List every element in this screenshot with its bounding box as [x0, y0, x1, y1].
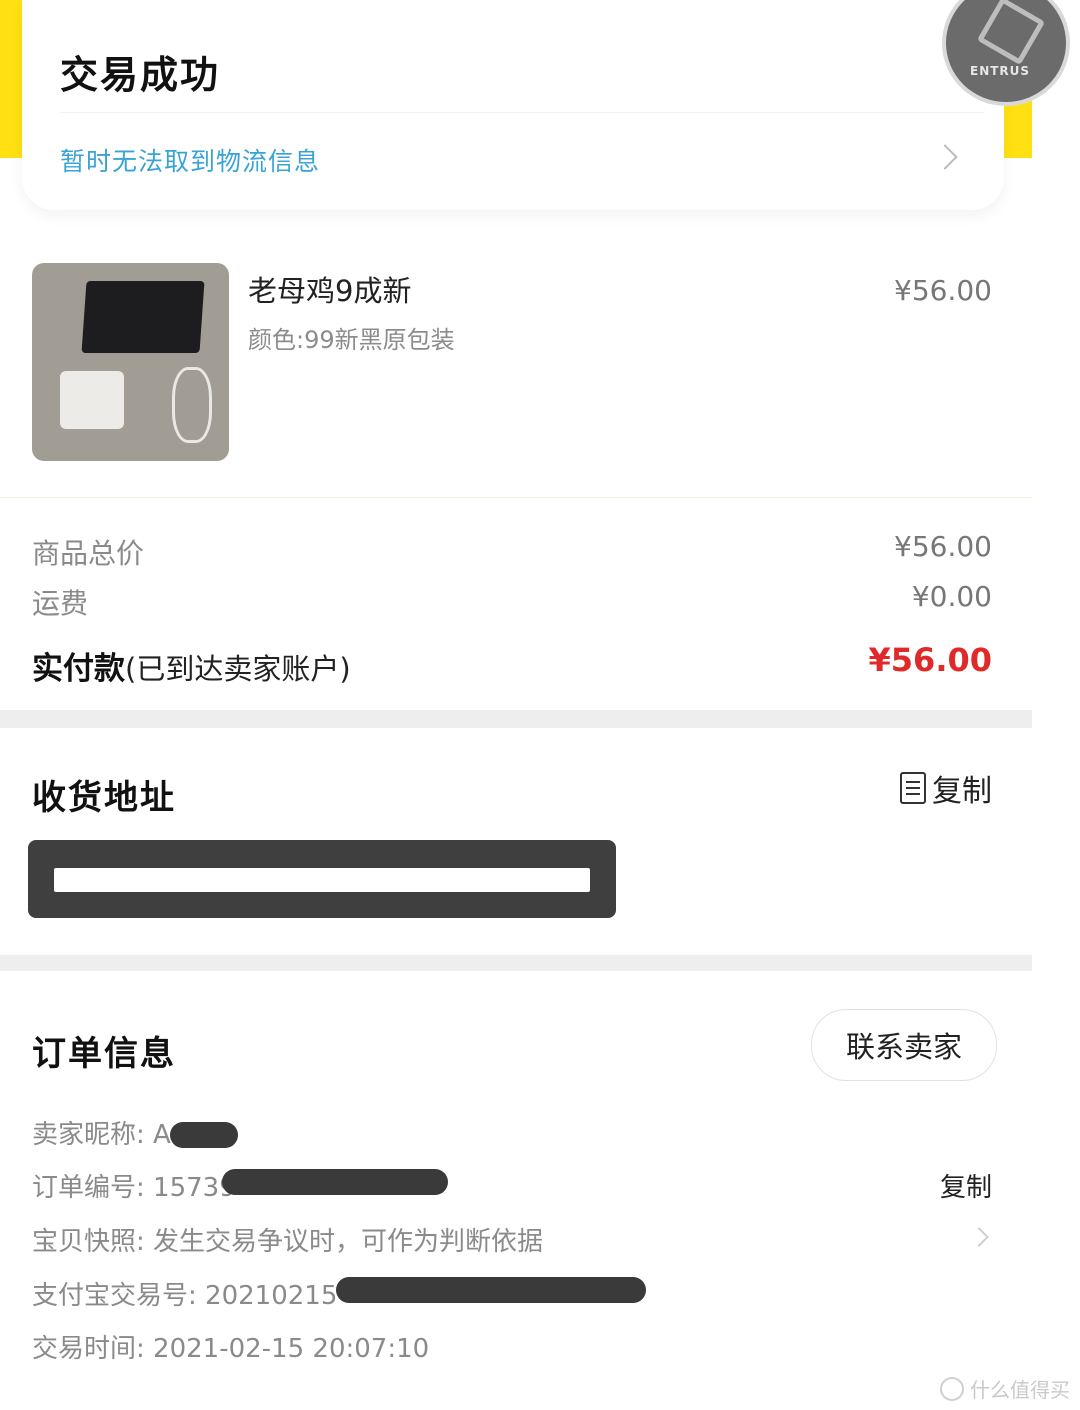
alipay-number-row: 支付宝交易号: 20210215	[32, 1275, 337, 1312]
subtotal-label: 商品总价	[32, 537, 145, 570]
badge-label: ENTRUS	[970, 64, 1031, 78]
page-edge	[1032, 0, 1080, 1410]
status-card: 交易成功 暂时无法取到物流信息	[22, 0, 1004, 210]
paid-amount-label: 实付款(已到达卖家账户)	[32, 643, 351, 688]
shipping-label: 运费	[32, 587, 89, 620]
address-section-title: 收货地址	[32, 778, 176, 818]
chevron-right-icon[interactable]	[932, 144, 958, 170]
shipping-value: ¥0.00	[911, 580, 992, 613]
redacted-address	[28, 840, 616, 918]
snapshot-value: 发生交易争议时，可作为判断依据	[153, 1227, 544, 1257]
cube-icon	[976, 0, 1046, 66]
chevron-right-icon[interactable]	[969, 1227, 989, 1247]
product-spec: 颜色:99新黑原包装	[248, 326, 455, 354]
redaction-bar	[336, 1277, 646, 1303]
paid-amount-value: ¥56.00	[868, 641, 992, 679]
redaction-mask	[54, 868, 590, 892]
contact-seller-button[interactable]: 联系卖家	[811, 1009, 997, 1081]
snapshot-label: 宝贝快照:	[32, 1227, 154, 1257]
seller-nickname-row: 卖家昵称: A	[32, 1114, 171, 1151]
order-number-row: 订单编号: 15739	[32, 1167, 236, 1204]
watermark-logo-icon	[940, 1376, 964, 1401]
charger-image	[60, 371, 124, 429]
seller-nickname-label: 卖家昵称:	[32, 1120, 154, 1150]
section-separator	[0, 955, 1032, 971]
order-number-label: 订单编号:	[32, 1173, 154, 1203]
alipay-number-label: 支付宝交易号:	[32, 1281, 206, 1311]
copy-icon	[900, 772, 926, 804]
product-price: ¥56.00	[894, 274, 992, 307]
subtotal-value: ¥56.00	[894, 530, 992, 563]
site-watermark: 什么值得买	[940, 1374, 1070, 1403]
router-box-image	[81, 281, 205, 353]
cable-image	[172, 367, 212, 443]
redaction-bar	[222, 1169, 448, 1195]
divider	[60, 112, 984, 113]
logistics-info-link[interactable]: 暂时无法取到物流信息	[60, 142, 320, 178]
snapshot-row[interactable]: 宝贝快照: 发生交易争议时，可作为判断依据	[32, 1221, 543, 1258]
alipay-number-value: 20210215	[205, 1281, 338, 1311]
paid-note: (已到达卖家账户)	[125, 652, 351, 686]
transaction-time-row: 交易时间: 2021-02-15 20:07:10	[32, 1328, 429, 1365]
copy-label: 复制	[932, 774, 992, 809]
watermark-text: 什么值得买	[970, 1378, 1070, 1402]
order-status-title: 交易成功	[60, 53, 221, 97]
seller-nickname-value: A	[153, 1120, 171, 1150]
paid-label-text: 实付款	[32, 651, 125, 687]
order-section-title: 订单信息	[32, 1034, 176, 1074]
product-thumbnail[interactable]	[32, 263, 229, 461]
transaction-time-label: 交易时间:	[32, 1334, 154, 1364]
redaction-bar	[170, 1122, 238, 1148]
copy-order-number-button[interactable]: 复制	[940, 1167, 992, 1204]
copy-address-button[interactable]: 复制	[900, 766, 992, 810]
transaction-time-value: 2021-02-15 20:07:10	[153, 1334, 430, 1364]
divider	[0, 497, 1032, 498]
product-title[interactable]: 老母鸡9成新	[248, 268, 411, 310]
section-separator	[0, 710, 1032, 728]
